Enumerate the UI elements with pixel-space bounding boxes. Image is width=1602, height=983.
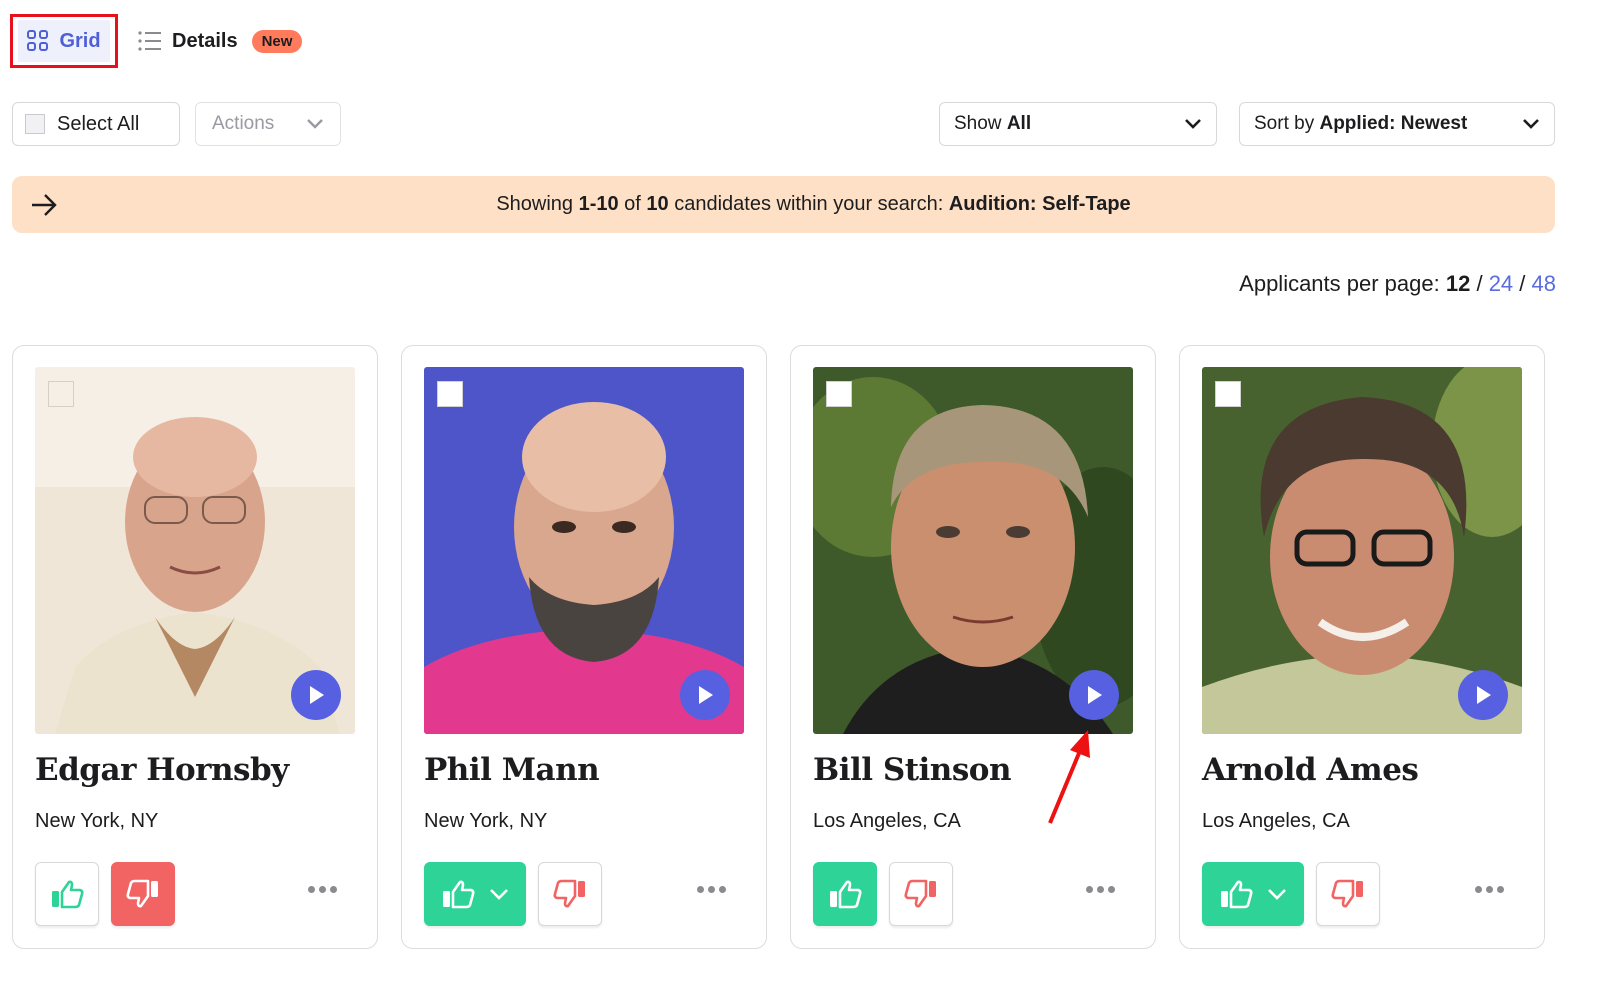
chevron-down-icon [1185, 119, 1201, 129]
candidate-name[interactable]: Edgar Hornsby [35, 752, 289, 788]
arrow-right-icon[interactable] [30, 192, 58, 218]
candidate-name[interactable]: Bill Stinson [813, 752, 1012, 788]
candidate-card[interactable]: Bill Stinson Los Angeles, CA [790, 345, 1156, 949]
candidate-checkbox[interactable] [48, 381, 74, 407]
candidate-name[interactable]: Phil Mann [424, 752, 600, 788]
candidate-location: New York, NY [424, 810, 548, 832]
thumbs-down-button[interactable] [1316, 862, 1380, 926]
rating-buttons [424, 862, 602, 926]
filter-dropdown[interactable]: Show All [939, 102, 1217, 146]
rating-buttons [35, 862, 175, 926]
play-icon [310, 686, 324, 704]
play-video-button[interactable] [680, 670, 730, 720]
more-options-button[interactable] [697, 886, 726, 893]
candidate-name[interactable]: Arnold Ames [1202, 752, 1419, 788]
candidate-card[interactable]: Edgar Hornsby New York, NY [12, 345, 378, 949]
play-video-button[interactable] [1458, 670, 1508, 720]
rating-buttons [813, 862, 953, 926]
chevron-down-icon [1523, 119, 1539, 129]
sort-dropdown[interactable]: Sort by Applied: Newest [1239, 102, 1555, 146]
applicants-per-page: Applicants per page: 12 / 24 / 48 [1239, 271, 1556, 296]
more-icon [697, 886, 704, 893]
select-all-label: Select All [57, 112, 140, 135]
candidate-location: New York, NY [35, 810, 159, 832]
play-video-button[interactable] [1069, 670, 1119, 720]
candidate-checkbox[interactable] [437, 381, 463, 407]
thumbs-up-icon [443, 880, 475, 909]
more-icon [1086, 886, 1093, 893]
results-summary: Showing 1-10 of 10 candidates within you… [496, 193, 1131, 215]
thumbs-up-button[interactable] [424, 862, 526, 926]
play-icon [1088, 686, 1102, 704]
thumbs-up-button[interactable] [813, 862, 877, 926]
candidate-location: Los Angeles, CA [1202, 810, 1350, 832]
details-view-button[interactable]: Details New [138, 29, 303, 53]
candidate-photo[interactable] [813, 367, 1133, 734]
thumbs-up-button[interactable] [35, 862, 99, 926]
thumbs-down-icon [553, 879, 585, 908]
candidate-card[interactable]: Phil Mann New York, NY [401, 345, 767, 949]
grid-view-button[interactable]: Grid [10, 14, 118, 68]
new-badge: New [251, 29, 303, 53]
annotation-arrow-icon [1048, 730, 1090, 824]
grid-view-label: Grid [59, 29, 101, 52]
per-page-24[interactable]: 24 [1489, 271, 1513, 296]
select-all-checkbox[interactable]: Select All [12, 102, 180, 146]
candidate-photo[interactable] [424, 367, 744, 734]
thumbs-down-button[interactable] [889, 862, 953, 926]
thumbs-up-button[interactable] [1202, 862, 1304, 926]
chevron-down-icon [490, 889, 508, 900]
thumbs-down-icon [126, 879, 158, 908]
thumbs-down-icon [904, 879, 936, 908]
details-view-label: Details [172, 29, 238, 52]
chevron-down-icon [307, 119, 323, 129]
candidate-photo[interactable] [35, 367, 355, 734]
grid-icon [27, 30, 49, 51]
candidate-card[interactable]: Arnold Ames Los Angeles, CA [1179, 345, 1545, 949]
select-all-box[interactable] [25, 114, 45, 134]
search-results-banner: Showing 1-10 of 10 candidates within you… [12, 176, 1555, 233]
sort-label: Sort by Applied: Newest [1254, 113, 1468, 134]
more-options-button[interactable] [1086, 886, 1115, 893]
play-icon [1477, 686, 1491, 704]
list-icon [138, 31, 161, 51]
thumbs-down-icon [1331, 879, 1363, 908]
per-page-12[interactable]: 12 [1446, 271, 1470, 296]
view-switch: Grid Details New [10, 14, 303, 68]
candidate-checkbox[interactable] [1215, 381, 1241, 407]
more-icon [308, 886, 315, 893]
actions-label: Actions [212, 113, 275, 134]
play-video-button[interactable] [291, 670, 341, 720]
candidate-checkbox[interactable] [826, 381, 852, 407]
candidate-photo[interactable] [1202, 367, 1522, 734]
play-icon [699, 686, 713, 704]
thumbs-up-icon [830, 880, 862, 909]
thumbs-down-button[interactable] [111, 862, 175, 926]
rating-buttons [1202, 862, 1380, 926]
actions-dropdown[interactable]: Actions [195, 102, 341, 146]
candidate-location: Los Angeles, CA [813, 810, 961, 832]
more-icon [1475, 886, 1482, 893]
more-options-button[interactable] [308, 886, 337, 893]
filter-label: Show All [954, 113, 1032, 134]
thumbs-down-button[interactable] [538, 862, 602, 926]
per-page-48[interactable]: 48 [1532, 271, 1556, 296]
more-options-button[interactable] [1475, 886, 1504, 893]
thumbs-up-icon [1221, 880, 1253, 909]
chevron-down-icon [1268, 889, 1286, 900]
thumbs-up-icon [52, 880, 84, 909]
